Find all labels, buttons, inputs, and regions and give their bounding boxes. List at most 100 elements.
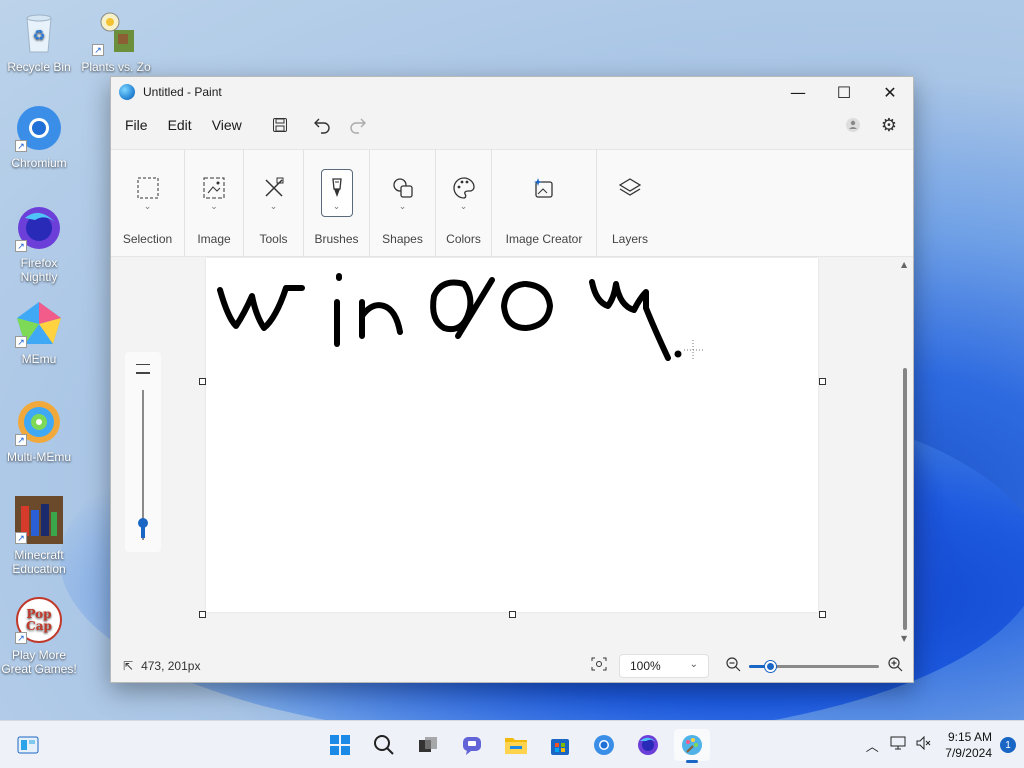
status-bar: ⇱ 473, 201px 100% ⌄ — [111, 650, 913, 682]
zoom-out-button[interactable] — [725, 656, 741, 676]
chevron-down-icon: ⌄ — [210, 202, 218, 212]
scroll-down-icon[interactable]: ▼ — [901, 634, 907, 643]
chevron-down-icon: ⌄ — [269, 202, 278, 212]
ribbon-label: Layers — [611, 232, 649, 246]
resize-handle-left[interactable] — [199, 378, 206, 385]
ribbon-group-image[interactable]: ⌄ Image — [185, 150, 244, 256]
store-button[interactable] — [542, 729, 578, 761]
system-tray: ︿ 9:15 AM 7/9/2024 1 — [859, 721, 1016, 768]
title-bar[interactable]: Untitled - Paint — ☐ ✕ — [111, 77, 913, 107]
desktop-icon-label: Plants vs. Zo — [81, 60, 151, 74]
scrollbar-thumb[interactable] — [903, 368, 907, 630]
chat-icon — [463, 737, 481, 755]
ribbon-group-shapes[interactable]: ⌄ Shapes — [370, 150, 436, 256]
close-button[interactable]: ✕ — [867, 77, 913, 107]
paint-app-icon — [119, 84, 135, 100]
zoom-slider[interactable] — [749, 654, 879, 678]
paint-icon — [682, 735, 702, 755]
image-creator-icon — [530, 174, 558, 202]
redo-icon — [350, 118, 366, 134]
desktop-icon-firefox-nightly[interactable]: ↗ Firefox Nightly — [1, 204, 77, 284]
undo-button[interactable] — [306, 111, 338, 139]
taskbar: ︿ 9:15 AM 7/9/2024 1 — [0, 720, 1024, 768]
stroke-width-icon — [136, 364, 150, 374]
chromium-icon: ↗ — [15, 104, 63, 152]
ribbon-label: Image Creator — [505, 232, 583, 246]
taskbar-search-button[interactable] — [366, 729, 402, 761]
volume-muted-icon — [916, 735, 931, 751]
task-view-button[interactable] — [410, 729, 446, 761]
palette-icon — [450, 174, 478, 202]
volume-button[interactable] — [911, 735, 937, 754]
desktop-icon-popcap[interactable]: Pop Cap ↗ Play More Great Games! — [1, 596, 77, 676]
chevron-down-icon: ⌄ — [398, 202, 407, 212]
vertical-scrollbar[interactable]: ▲ ▼ — [899, 258, 913, 651]
redo-button[interactable] — [342, 111, 374, 139]
menu-view[interactable]: View — [202, 117, 252, 133]
menu-file[interactable]: File — [115, 117, 158, 133]
ribbon-label: Shapes — [382, 232, 423, 246]
pointer-icon: ⇱ — [123, 659, 134, 673]
desktop-icon-label: Multi-MEmu — [6, 450, 71, 464]
ribbon-label: Selection — [122, 232, 173, 246]
menu-bar: File Edit View ⚙ — [111, 107, 913, 143]
gear-icon: ⚙ — [880, 114, 898, 136]
taskbar-firefox-button[interactable] — [630, 729, 666, 761]
ribbon-group-image-creator[interactable]: Image Creator — [492, 150, 597, 256]
zoom-thumb[interactable] — [765, 661, 777, 672]
show-hidden-icons-button[interactable]: ︿ — [859, 736, 885, 755]
zoom-in-button[interactable] — [887, 656, 903, 676]
start-button[interactable] — [322, 729, 358, 761]
ribbon-group-brushes[interactable]: ⌄ Brushes — [304, 150, 370, 256]
desktop-icon-chromium[interactable]: ↗ Chromium — [1, 104, 77, 170]
zoom-dropdown[interactable]: 100% ⌄ — [619, 654, 709, 678]
resize-handle-right[interactable] — [819, 378, 826, 385]
maximize-button[interactable]: ☐ — [821, 77, 867, 107]
desktop-icon-recycle-bin[interactable]: ♻ Recycle Bin — [1, 8, 77, 74]
ribbon-group-layers[interactable]: Layers — [597, 150, 663, 256]
drawing-canvas[interactable] — [206, 258, 818, 612]
brush-size-slider[interactable] — [125, 352, 161, 552]
file-explorer-button[interactable] — [498, 729, 534, 761]
desktop-icon-multi-memu[interactable]: ↗ Multi-MEmu — [1, 398, 77, 464]
cursor-coordinates: 473, 201px — [141, 659, 201, 673]
fit-to-window-button[interactable] — [591, 657, 607, 675]
desktop-icon-plants-vs-zombies[interactable]: ↗ Plants vs. Zo — [78, 8, 154, 74]
memu-icon: ↗ — [15, 300, 63, 348]
ribbon-group-colors[interactable]: ⌄ Colors — [436, 150, 492, 256]
account-icon — [846, 118, 860, 132]
ribbon-group-tools[interactable]: ⌄ Tools — [244, 150, 304, 256]
shortcut-arrow-icon: ↗ — [92, 44, 104, 56]
tools-icon — [260, 174, 288, 202]
resize-handle-bottom-right[interactable] — [819, 611, 826, 618]
taskbar-paint-button[interactable] — [674, 729, 710, 763]
desktop-icon-memu[interactable]: ↗ MEmu — [1, 300, 77, 366]
widgets-button[interactable] — [16, 733, 40, 757]
ribbon-group-selection[interactable]: ⌄ Selection — [111, 150, 185, 256]
clock[interactable]: 9:15 AM 7/9/2024 — [945, 729, 992, 761]
chat-button[interactable] — [454, 729, 490, 761]
multi-memu-icon: ↗ — [15, 398, 63, 446]
image-icon — [200, 174, 228, 202]
resize-handle-bottom[interactable] — [509, 611, 516, 618]
slider-thumb[interactable] — [138, 518, 148, 528]
minimize-button[interactable]: — — [775, 77, 821, 107]
account-button[interactable] — [837, 111, 869, 139]
resize-handle-bottom-left[interactable] — [199, 611, 206, 618]
settings-button[interactable]: ⚙ — [873, 111, 905, 139]
scroll-up-icon[interactable]: ▲ — [901, 260, 907, 269]
svg-text:Cap: Cap — [26, 619, 52, 633]
notification-badge[interactable]: 1 — [1000, 737, 1016, 753]
desktop-icon-label: Firefox Nightly — [20, 256, 58, 284]
desktop-icon-minecraft-education[interactable]: ↗ Minecraft Education — [1, 496, 77, 576]
taskbar-chromium-button[interactable] — [586, 729, 622, 761]
network-button[interactable] — [885, 736, 911, 754]
menu-edit[interactable]: Edit — [158, 117, 202, 133]
save-button[interactable] — [264, 111, 296, 139]
chevron-down-icon: ⌄ — [689, 659, 698, 670]
firefox-icon — [638, 735, 658, 755]
save-icon — [272, 118, 287, 132]
task-view-icon — [419, 737, 437, 752]
canvas-workspace: ▲ ▼ — [111, 258, 913, 651]
chromium-icon — [594, 735, 614, 755]
